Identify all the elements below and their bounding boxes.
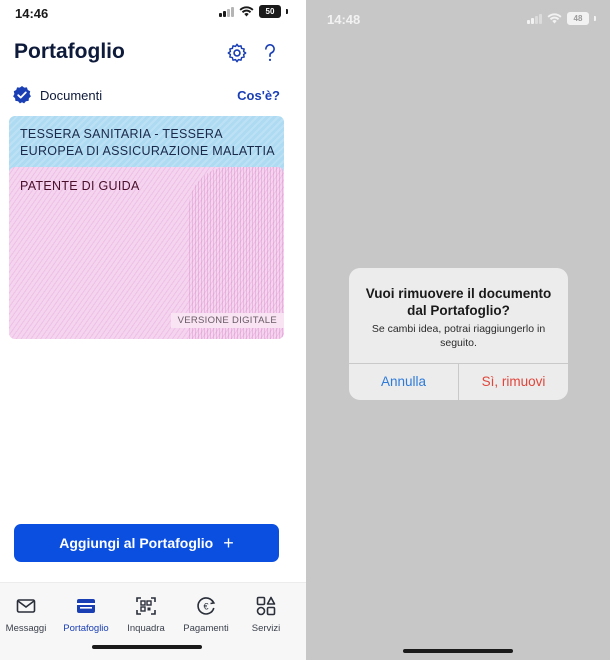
cellular-signal-icon (527, 13, 542, 24)
tab-payments[interactable]: € Pagamenti (176, 595, 236, 634)
whats-this-link[interactable]: Cos'è? (237, 88, 280, 103)
grid-icon (255, 595, 277, 617)
tab-scan[interactable]: Inquadra (116, 595, 176, 634)
battery-icon: 50 (259, 5, 281, 18)
help-icon[interactable] (259, 42, 281, 64)
euro-icon: € (195, 595, 217, 617)
plus-icon: + (223, 533, 234, 554)
page-title: Portafoglio (14, 40, 125, 64)
tab-services-label: Servizi (252, 623, 281, 634)
status-time: 14:48 (327, 12, 360, 27)
add-to-wallet-button[interactable]: Aggiungi al Portafoglio + (14, 524, 279, 562)
status-bar: 14:46 50 (0, 0, 306, 26)
tab-services[interactable]: Servizi (236, 595, 296, 634)
gear-icon[interactable] (226, 42, 248, 64)
dialog-message: Se cambi idea, potrai riaggiungerlo in s… (363, 322, 554, 350)
tab-wallet-label: Portafoglio (63, 623, 108, 634)
add-to-wallet-label: Aggiungi al Portafoglio (59, 535, 213, 551)
verified-check-icon (12, 85, 32, 105)
tab-bar: Messaggi Portafoglio Inquadra (0, 582, 306, 660)
driving-license-title: PATENTE DI GUIDA (20, 179, 140, 193)
home-indicator (92, 645, 202, 649)
battery-icon: 48 (567, 12, 589, 25)
driving-license-card[interactable]: PATENTE DI GUIDA VERSIONE DIGITALE (9, 167, 284, 339)
cellular-signal-icon (219, 6, 234, 17)
wifi-icon (547, 13, 562, 24)
tab-messages[interactable]: Messaggi (0, 595, 56, 634)
envelope-icon (15, 595, 37, 617)
tab-wallet[interactable]: Portafoglio (56, 595, 116, 634)
home-indicator (403, 649, 513, 653)
remove-confirmation-screen: 14:48 48 Vuoi rimuovere il documento dal… (306, 0, 610, 660)
cancel-button[interactable]: Annulla (349, 364, 458, 400)
documents-section: Documenti Cos'è? (12, 84, 280, 106)
wallet-icon (75, 595, 97, 617)
tab-scan-label: Inquadra (127, 623, 165, 634)
health-card-title: TESSERA SANITARIA - TESSERA EUROPEA DI A… (20, 126, 284, 160)
svg-text:€: € (203, 602, 208, 612)
qr-scan-icon (135, 595, 157, 617)
tab-messages-label: Messaggi (6, 623, 47, 634)
wifi-icon (239, 6, 254, 17)
dialog-title: Vuoi rimuovere il documento dal Portafog… (357, 285, 560, 319)
confirm-remove-button[interactable]: Sì, rimuovi (459, 364, 568, 400)
documents-label: Documenti (40, 88, 102, 103)
remove-document-dialog: Vuoi rimuovere il documento dal Portafog… (349, 268, 568, 400)
tab-payments-label: Pagamenti (183, 623, 228, 634)
digital-version-badge: VERSIONE DIGITALE (171, 313, 284, 328)
wallet-screen: 14:46 50 Portafoglio (0, 0, 306, 660)
status-time: 14:46 (15, 6, 48, 21)
status-bar: 14:48 48 (306, 0, 610, 26)
